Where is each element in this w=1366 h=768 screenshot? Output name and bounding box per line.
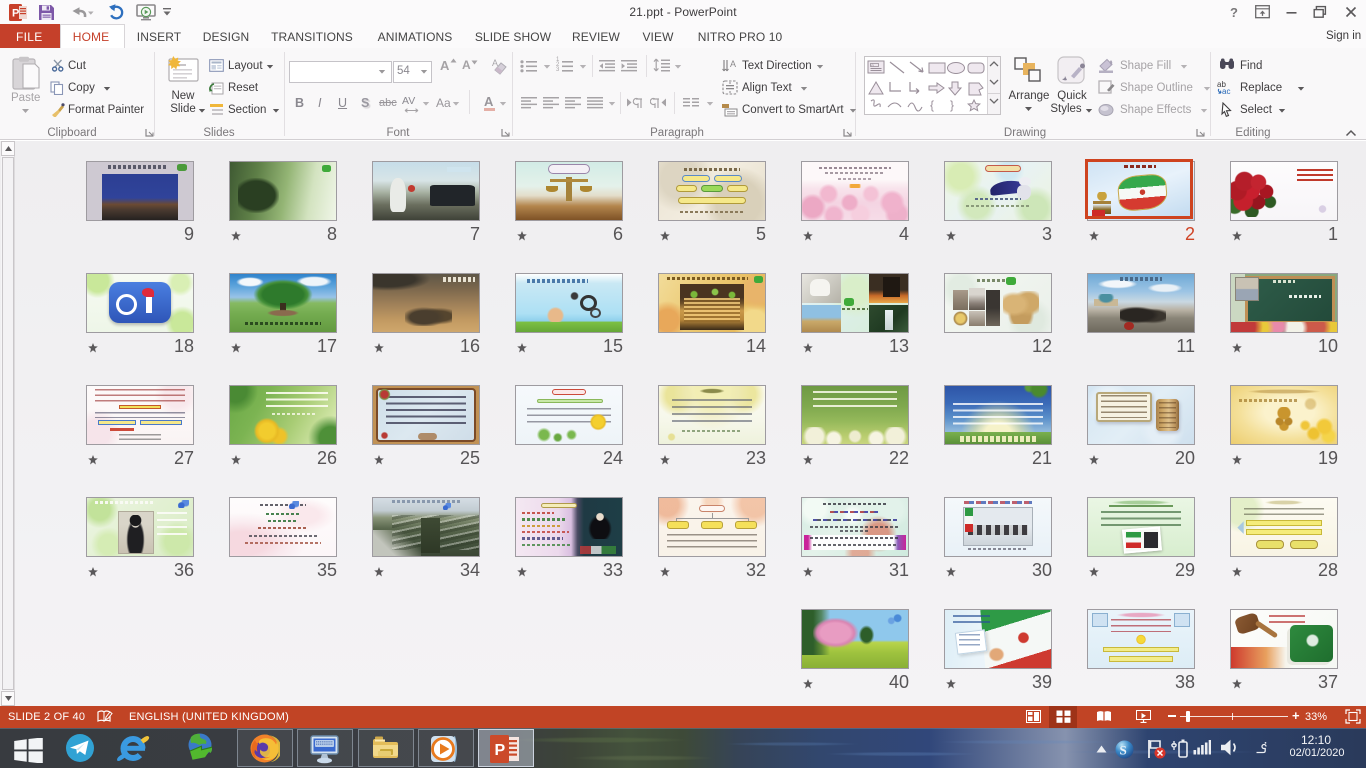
svg-text:?: ? [1230, 5, 1238, 19]
svg-text:P: P [495, 742, 506, 759]
svg-text:A: A [492, 58, 498, 68]
svg-text:S: S [1120, 743, 1127, 758]
svg-text:ac: ac [1222, 87, 1230, 95]
svg-text:A: A [871, 62, 874, 67]
svg-text:A: A [730, 59, 736, 69]
svg-text:{: { [930, 98, 934, 112]
svg-text:}: } [950, 98, 954, 112]
